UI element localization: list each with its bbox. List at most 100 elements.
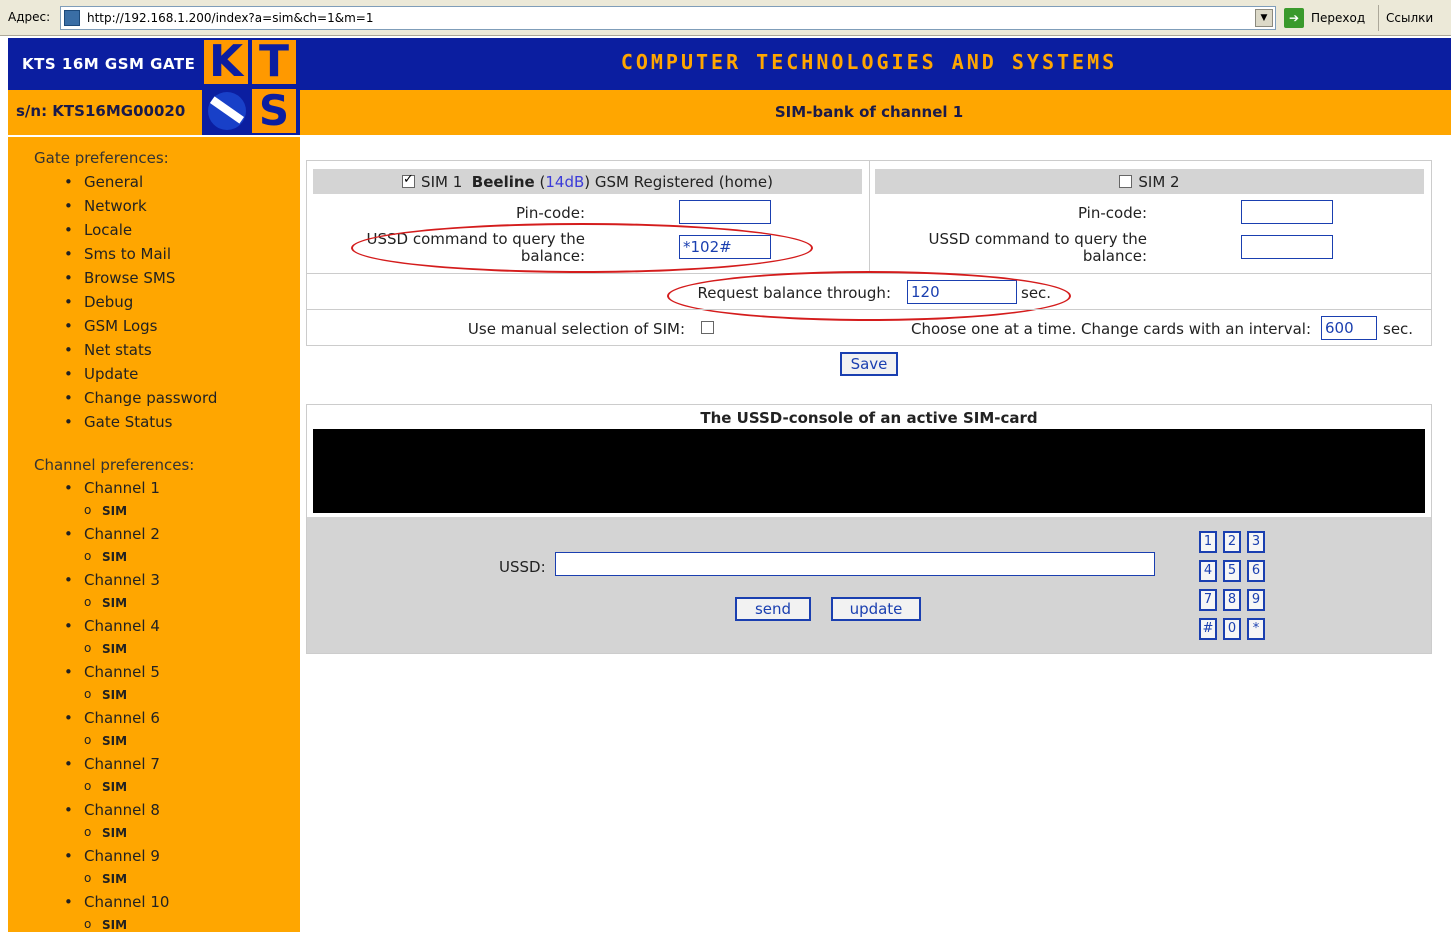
interval-input[interactable]: 600 (1321, 316, 1377, 340)
key-6[interactable]: 6 (1247, 560, 1265, 582)
sidebar-subitem-sim[interactable]: SIM (64, 637, 169, 661)
subtitle-bar: SIM-bank of channel 1 (300, 90, 1451, 135)
sidebar-item-general[interactable]: General (64, 170, 217, 194)
chevron-down-icon[interactable]: ▼ (1255, 9, 1273, 27)
key-0[interactable]: 0 (1223, 618, 1241, 640)
sim1-checkbox[interactable] (402, 172, 416, 188)
sim2-pin-input[interactable] (1241, 200, 1333, 224)
sidebar-item-channel-3[interactable]: Channel 3 (64, 569, 169, 592)
sidebar-item-network[interactable]: Network (64, 194, 217, 218)
sidebar-item-gate-status[interactable]: Gate Status (64, 410, 217, 434)
ussd-keypad: 1 2 3 4 5 6 7 8 9 # 0 * (1199, 531, 1269, 643)
banner-text: COMPUTER TECHNOLOGIES AND SYSTEMS (620, 50, 1118, 74)
sidebar-item-channel-6[interactable]: Channel 6 (64, 707, 169, 730)
sidebar-subitem-sim[interactable]: SIM (64, 729, 169, 753)
manual-selection-label: Use manual selection of SIM: (467, 320, 685, 338)
sidebar-subitem-sim[interactable]: SIM (64, 683, 169, 707)
sidebar-item-channel-5[interactable]: Channel 5 (64, 661, 169, 684)
sim2-ussd-input[interactable] (1241, 235, 1333, 259)
sim2-pin-label: Pin-code: (1077, 204, 1147, 222)
sidebar-item-channel-4[interactable]: Channel 4 (64, 615, 169, 638)
request-balance-label: Request balance through: (697, 284, 891, 302)
sim2-checkbox[interactable] (1119, 175, 1133, 188)
sidebar-item-channel-2[interactable]: Channel 2 (64, 523, 169, 546)
sim1-operator: Beeline (471, 173, 535, 191)
sim2-header: SIM 2 (875, 169, 1424, 194)
request-balance-input[interactable]: 120 (907, 280, 1017, 304)
sidebar-item-channel-8[interactable]: Channel 8 (64, 799, 169, 822)
sidebar-item-channel-9[interactable]: Channel 9 (64, 845, 169, 868)
address-label: Адрес: (8, 10, 51, 24)
send-button[interactable]: send (735, 597, 811, 621)
column-divider (869, 161, 870, 273)
sidebar-subitem-sim[interactable]: SIM (64, 867, 169, 891)
key-3[interactable]: 3 (1247, 531, 1265, 553)
update-button[interactable]: update (831, 597, 921, 621)
key-4[interactable]: 4 (1199, 560, 1217, 582)
sidebar: Gate preferences: General Network Locale… (8, 135, 300, 936)
sim1-pin-input[interactable] (679, 200, 771, 224)
sidebar-subitem-sim[interactable]: SIM (64, 913, 169, 937)
sidebar-item-channel-10[interactable]: Channel 10 (64, 891, 169, 914)
sim2-title: SIM 2 (1138, 173, 1180, 191)
sidebar-item-channel-1[interactable]: Channel 1 (64, 477, 169, 500)
go-button[interactable]: ➔ Переход (1284, 6, 1374, 30)
key-9[interactable]: 9 (1247, 589, 1265, 611)
gate-menu: General Network Locale Sms to Mail Brows… (64, 170, 217, 434)
sidebar-item-sms-to-mail[interactable]: Sms to Mail (64, 242, 217, 266)
sim1-ussd-label-2: balance: (520, 247, 585, 265)
brand-bar: KTS 16M GSM GATE (8, 38, 202, 90)
sim1-signal: 14dB (545, 173, 585, 191)
page-title: SIM-bank of channel 1 (774, 103, 964, 121)
sim1-ussd-input[interactable]: *102# (679, 235, 771, 259)
sidebar-subitem-sim[interactable]: SIM (64, 499, 169, 523)
key-1[interactable]: 1 (1199, 531, 1217, 553)
sidebar-item-channel-7[interactable]: Channel 7 (64, 753, 169, 776)
sim1-status: GSM Registered (home) (594, 173, 773, 191)
key-7[interactable]: 7 (1199, 589, 1217, 611)
sim1-pin-label: Pin-code: (515, 204, 585, 222)
sim1-header-text: SIM 1 Beeline (14dB) GSM Registered (hom… (313, 172, 862, 191)
save-button[interactable]: Save (840, 352, 898, 376)
sidebar-subitem-sim[interactable]: SIM (64, 821, 169, 845)
ussd-input[interactable] (555, 552, 1155, 576)
row-divider (307, 273, 1431, 274)
sidebar-item-debug[interactable]: Debug (64, 290, 217, 314)
ussd-console-panel: The USSD-console of an active SIM-card U… (306, 404, 1432, 654)
brand-title: KTS 16M GSM GATE (22, 55, 196, 73)
banner: COMPUTER TECHNOLOGIES AND SYSTEMS (300, 38, 1451, 90)
manual-selection-checkbox[interactable] (701, 321, 714, 334)
sim2-ussd-label-2: balance: (1082, 247, 1147, 265)
sim1-ussd-label-1: USSD command to query the (366, 230, 586, 248)
go-label: Переход (1311, 11, 1366, 25)
sidebar-subitem-sim[interactable]: SIM (64, 591, 169, 615)
sidebar-subitem-sim[interactable]: SIM (64, 775, 169, 799)
key-2[interactable]: 2 (1223, 531, 1241, 553)
key-5[interactable]: 5 (1223, 560, 1241, 582)
toolbar-divider (1378, 5, 1379, 31)
serial-bar: s/n: KTS16MG00020 (8, 90, 202, 135)
sim1-title: SIM 1 (421, 173, 463, 191)
sidebar-item-gsm-logs[interactable]: GSM Logs (64, 314, 217, 338)
key-star[interactable]: * (1247, 618, 1265, 640)
ussd-label: USSD: (499, 558, 546, 576)
kts-logo: K T S (202, 38, 300, 135)
sidebar-item-net-stats[interactable]: Net stats (64, 338, 217, 362)
sim1-signal-close: ) (584, 173, 591, 191)
sidebar-item-update[interactable]: Update (64, 362, 217, 386)
logo-letter-k: K (204, 40, 248, 84)
channel-preferences-heading: Channel preferences: (34, 456, 195, 474)
page-icon (64, 10, 80, 26)
sidebar-item-browse-sms[interactable]: Browse SMS (64, 266, 217, 290)
logo-letter-s: S (252, 89, 296, 133)
key-hash[interactable]: # (1199, 618, 1217, 640)
go-arrow-icon: ➔ (1284, 8, 1304, 28)
sidebar-subitem-sim[interactable]: SIM (64, 545, 169, 569)
interval-unit: sec. (1383, 320, 1414, 338)
key-8[interactable]: 8 (1223, 589, 1241, 611)
sidebar-item-change-password[interactable]: Change password (64, 386, 217, 410)
address-input[interactable]: http://192.168.1.200/index?a=sim&ch=1&m=… (60, 6, 1276, 30)
sidebar-item-locale[interactable]: Locale (64, 218, 217, 242)
interval-label: Choose one at a time. Change cards with … (911, 320, 1311, 338)
links-button[interactable]: Ссылки (1386, 11, 1433, 25)
